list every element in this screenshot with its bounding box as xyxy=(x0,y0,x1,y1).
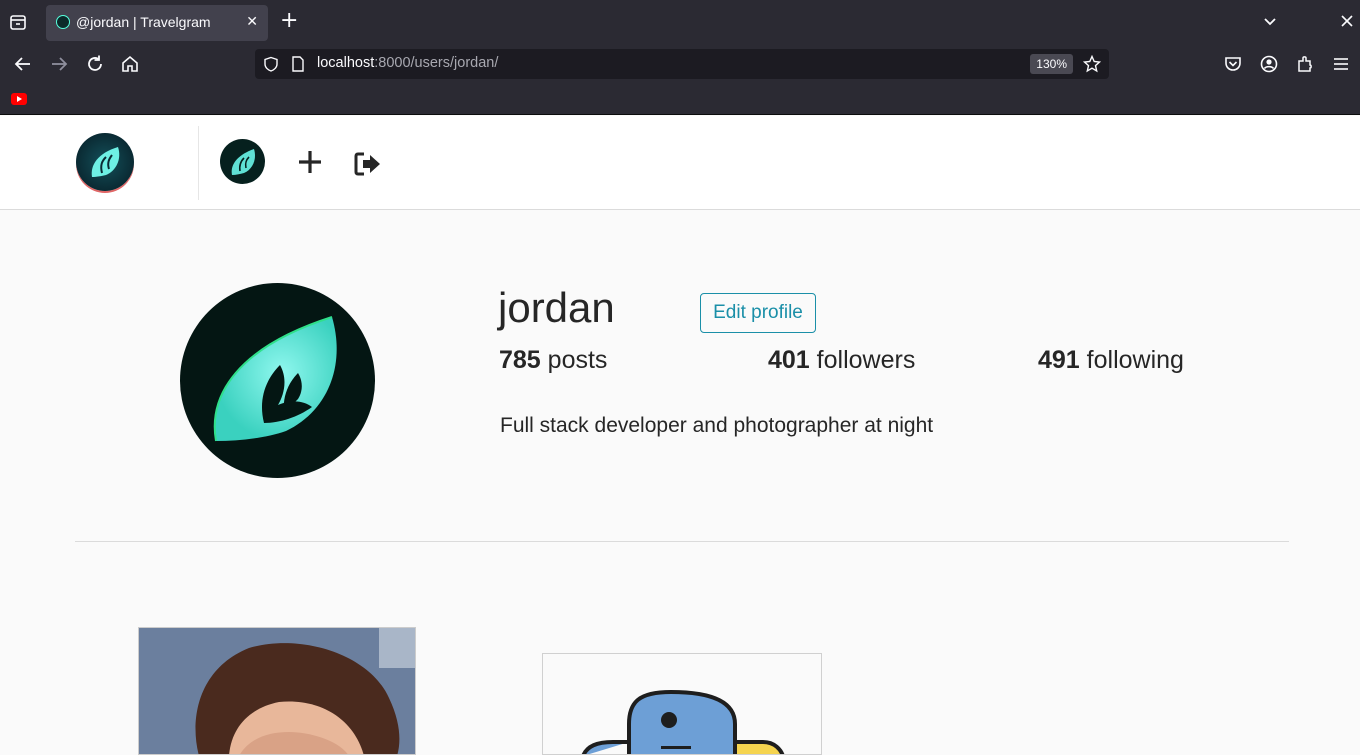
new-tab-button[interactable]: + xyxy=(280,10,298,32)
shield-icon[interactable] xyxy=(263,56,279,72)
home-icon[interactable] xyxy=(119,53,141,75)
page-icon xyxy=(292,56,304,72)
profile-bio: Full stack developer and photographer at… xyxy=(500,414,934,437)
back-icon[interactable] xyxy=(12,53,34,75)
following-stat[interactable]: 491 following xyxy=(1038,346,1184,375)
following-label: following xyxy=(1086,346,1184,374)
browser-tab-bar: @jordan | Travelgram ✕ + xyxy=(0,0,1360,44)
tab-title: @jordan | Travelgram xyxy=(76,14,211,30)
user-avatar-icon[interactable] xyxy=(220,139,265,184)
url-host: localhost xyxy=(317,55,375,71)
posts-label: posts xyxy=(547,346,608,374)
pocket-icon[interactable] xyxy=(1222,53,1244,75)
url-path: :8000/users/jordan/ xyxy=(374,55,499,71)
travelgram-logo-icon[interactable] xyxy=(76,133,134,191)
reload-icon[interactable] xyxy=(84,53,106,75)
profile-username: jordan xyxy=(498,284,615,331)
posts-stat: 785 posts xyxy=(499,346,607,375)
chevron-down-icon[interactable] xyxy=(1260,12,1280,32)
followers-label: followers xyxy=(816,346,916,374)
edit-profile-button[interactable]: Edit profile xyxy=(700,293,816,333)
youtube-bookmark-icon[interactable] xyxy=(11,93,27,105)
url-bar[interactable]: localhost:8000/users/jordan/ 130% xyxy=(255,49,1109,79)
url-text[interactable]: localhost:8000/users/jordan/ xyxy=(317,55,498,71)
posts-count: 785 xyxy=(499,346,541,374)
site-header xyxy=(0,116,1360,210)
plus-icon[interactable] xyxy=(296,148,324,176)
following-count: 491 xyxy=(1038,346,1080,374)
bookmarks-bar xyxy=(0,84,1360,115)
followers-stat[interactable]: 401 followers xyxy=(768,346,915,375)
browser-nav-bar: localhost:8000/users/jordan/ 130% xyxy=(0,44,1360,84)
tab-close-icon[interactable]: ✕ xyxy=(246,14,258,30)
active-tab[interactable]: @jordan | Travelgram ✕ xyxy=(46,5,268,41)
menu-icon[interactable] xyxy=(1330,53,1352,75)
section-divider xyxy=(75,541,1289,542)
zoom-level-badge[interactable]: 130% xyxy=(1030,54,1073,74)
window-close-icon[interactable] xyxy=(1340,14,1354,28)
account-icon[interactable] xyxy=(1258,53,1280,75)
post-thumbnail[interactable] xyxy=(138,627,416,755)
forward-icon[interactable] xyxy=(48,53,70,75)
profile-avatar[interactable] xyxy=(180,283,375,478)
bookmark-star-icon[interactable] xyxy=(1083,55,1101,73)
followers-count: 401 xyxy=(768,346,810,374)
tab-list-icon[interactable] xyxy=(8,12,28,32)
logout-icon[interactable] xyxy=(353,151,383,177)
extensions-icon[interactable] xyxy=(1294,53,1316,75)
post-thumbnail[interactable] xyxy=(542,653,822,755)
site-favicon-icon xyxy=(56,15,70,29)
header-divider xyxy=(198,126,199,200)
